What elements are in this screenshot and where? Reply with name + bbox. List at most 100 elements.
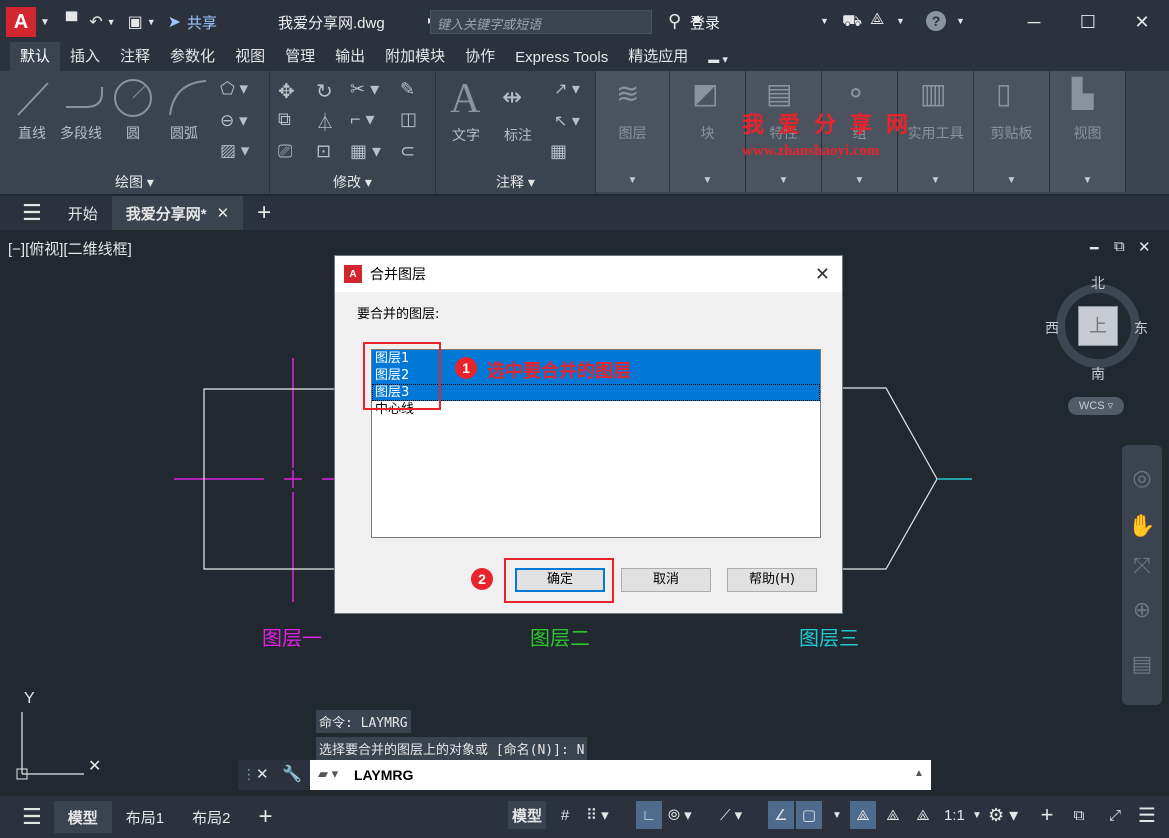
erase-icon[interactable]: ✎ bbox=[400, 79, 415, 100]
text-icon[interactable]: A bbox=[450, 75, 480, 123]
wcs-menu[interactable]: WCS ▿ bbox=[1068, 397, 1124, 415]
tab-express-tools[interactable]: Express Tools bbox=[505, 46, 618, 71]
new-tab-icon[interactable]: + bbox=[243, 199, 285, 227]
steering-wheel-icon[interactable]: ◎ bbox=[1122, 465, 1162, 491]
compass-east[interactable]: 东 bbox=[1134, 318, 1148, 338]
text-tool[interactable]: 文字 bbox=[452, 125, 480, 145]
share-button[interactable]: 共享 bbox=[187, 12, 217, 33]
polar-icon[interactable]: ⦾ ▾ bbox=[664, 801, 696, 829]
dropdown-arrow-icon[interactable]: ▼ bbox=[820, 16, 829, 26]
arc-icon[interactable] bbox=[166, 77, 210, 119]
cancel-button[interactable]: 取消 bbox=[621, 568, 711, 592]
close-tab-icon[interactable]: ✕ bbox=[217, 204, 230, 222]
dialog-title-bar[interactable]: A 合并图层 ✕ bbox=[335, 256, 842, 292]
block-panel[interactable]: ◩ 块 ▼ bbox=[670, 71, 746, 192]
dimension-tool[interactable]: 标注 bbox=[504, 125, 532, 145]
autodesk-a360-icon[interactable]: ⟁ bbox=[870, 11, 884, 29]
rotate-icon[interactable]: ↻ bbox=[316, 79, 333, 104]
dropdown-arrow-icon[interactable]: ▼ bbox=[40, 17, 50, 28]
draw-panel-title[interactable]: 绘图 ▾ bbox=[0, 172, 269, 192]
search-input[interactable]: 键入关键字或短语 bbox=[430, 10, 652, 34]
dropdown-arrow-icon[interactable]: ▼ bbox=[896, 16, 905, 26]
polygon-icon[interactable]: ⬠ ▾ bbox=[220, 79, 248, 99]
compass-north[interactable]: 北 bbox=[1091, 273, 1105, 293]
orbit-icon[interactable]: ⊕ bbox=[1122, 597, 1162, 623]
share-icon[interactable]: ➤ bbox=[168, 12, 181, 32]
tab-layout2[interactable]: 布局2 bbox=[178, 801, 244, 833]
grip-handle-icon[interactable]: ⋮ bbox=[242, 766, 256, 783]
arc-tool[interactable]: 圆弧 bbox=[170, 123, 198, 143]
grid-table-icon[interactable]: ▦ bbox=[550, 141, 567, 162]
close-icon[interactable]: ✕ bbox=[1115, 0, 1169, 44]
clipboard-panel[interactable]: ▯ 剪贴板 ▼ bbox=[974, 71, 1050, 192]
command-prompt-icon[interactable]: ▰ ▾ bbox=[318, 766, 338, 782]
trim-icon[interactable]: ✂ ▾ bbox=[350, 79, 379, 100]
zoom-extents-icon[interactable]: ⤧ bbox=[1122, 553, 1162, 579]
dimension-icon[interactable]: ⇹ bbox=[502, 83, 522, 112]
dialog-close-icon[interactable]: ✕ bbox=[815, 264, 830, 285]
offset-icon[interactable]: ⊂ bbox=[400, 141, 415, 162]
tab-current-drawing[interactable]: 我爱分享网* ✕ bbox=[111, 196, 244, 230]
menu-icon[interactable]: ☰ bbox=[0, 200, 54, 226]
viewport-restore-icon[interactable]: ⧉ bbox=[1114, 238, 1125, 255]
tab-model[interactable]: 模型 bbox=[53, 801, 112, 833]
dropdown-arrow-icon[interactable]: ▼ bbox=[824, 801, 850, 829]
tab-output[interactable]: 输出 bbox=[325, 42, 375, 71]
fullscreen-icon[interactable]: ⤢ bbox=[1102, 801, 1128, 829]
compass-south[interactable]: 南 bbox=[1091, 364, 1105, 384]
tab-annotate[interactable]: 注释 bbox=[110, 42, 160, 71]
table-icon[interactable]: ↖ ▾ bbox=[554, 111, 580, 131]
tab-featured-apps[interactable]: 精选应用 bbox=[618, 42, 698, 71]
units-icon[interactable]: ⧉ bbox=[1066, 801, 1092, 829]
object-snap-icon[interactable]: ▢ bbox=[796, 801, 822, 829]
tab-layout1[interactable]: 布局1 bbox=[112, 801, 178, 833]
tab-insert[interactable]: 插入 bbox=[60, 42, 110, 71]
pan-icon[interactable]: ✋ bbox=[1122, 513, 1162, 539]
search-icon[interactable]: ⚲ bbox=[668, 11, 681, 32]
dropdown-arrow-icon[interactable]: ▼ bbox=[107, 17, 116, 27]
mirror-icon[interactable]: ⏃ bbox=[316, 109, 334, 135]
modify-panel-title[interactable]: 修改 ▾ bbox=[270, 172, 435, 192]
tab-manage[interactable]: 管理 bbox=[275, 42, 325, 71]
polyline-icon[interactable] bbox=[62, 79, 106, 119]
ortho-icon[interactable]: ∟ bbox=[636, 801, 662, 829]
hatch-icon[interactable]: ▨ ▾ bbox=[220, 141, 249, 161]
tab-home[interactable]: 默认 bbox=[10, 42, 61, 71]
viewport-minimize-icon[interactable]: ━ bbox=[1090, 240, 1098, 257]
auto-scale-icon[interactable]: ⟁ bbox=[880, 801, 906, 829]
fillet-icon[interactable]: ⌐ ▾ bbox=[350, 109, 375, 130]
tab-addins[interactable]: 附加模块 bbox=[375, 42, 455, 71]
annotation-monitor-icon[interactable]: + bbox=[1034, 801, 1060, 829]
snap-icon[interactable]: ⠿ ▾ bbox=[582, 801, 613, 829]
menu-icon[interactable]: ☰ bbox=[0, 801, 54, 833]
viewcube[interactable]: 上 北 南 西 东 bbox=[1045, 275, 1148, 382]
explode-icon[interactable]: ◫ bbox=[400, 109, 417, 130]
move-icon[interactable]: ✥ bbox=[278, 79, 295, 104]
viewcube-top-face[interactable]: 上 bbox=[1078, 306, 1118, 346]
circle-tool[interactable]: 圆 bbox=[126, 123, 140, 143]
app-logo[interactable]: A bbox=[6, 7, 36, 37]
recent-commands-icon[interactable]: ▲ bbox=[914, 768, 924, 779]
maximize-icon[interactable]: ☐ bbox=[1061, 0, 1115, 44]
grid-icon[interactable]: # bbox=[552, 801, 578, 829]
ellipse-icon[interactable]: ⊖ ▾ bbox=[220, 111, 248, 131]
ribbon-options-icon[interactable]: ▬ ▾ bbox=[698, 50, 738, 71]
scale-icon[interactable]: ⊡ bbox=[316, 141, 331, 162]
command-input[interactable]: LAYMRG bbox=[310, 760, 931, 790]
view-panel[interactable]: ▙ 视图 ▼ bbox=[1050, 71, 1126, 192]
leader-icon[interactable]: ↗ ▾ bbox=[554, 79, 580, 99]
line-tool[interactable]: 直线 bbox=[18, 123, 46, 143]
isodraft-icon[interactable]: ⟋ ▾ bbox=[716, 801, 746, 829]
viewport-close-icon[interactable]: ✕ bbox=[1138, 238, 1151, 256]
customize-icon[interactable]: 🔧 bbox=[282, 764, 302, 784]
close-command-icon[interactable]: ✕ bbox=[256, 765, 269, 783]
tab-start[interactable]: 开始 bbox=[54, 203, 112, 224]
customization-icon[interactable]: ☰ bbox=[1134, 801, 1160, 829]
tab-parametric[interactable]: 参数化 bbox=[160, 42, 225, 71]
compass-west[interactable]: 西 bbox=[1045, 318, 1059, 338]
annotation-scale-icon[interactable]: ⟁ bbox=[910, 801, 936, 829]
dropdown-arrow-icon[interactable]: ▼ bbox=[147, 17, 156, 27]
annotation-panel-title[interactable]: 注释 ▾ bbox=[436, 172, 595, 192]
save-icon[interactable]: ▣ bbox=[128, 12, 143, 32]
help-icon[interactable]: ? bbox=[926, 11, 946, 31]
